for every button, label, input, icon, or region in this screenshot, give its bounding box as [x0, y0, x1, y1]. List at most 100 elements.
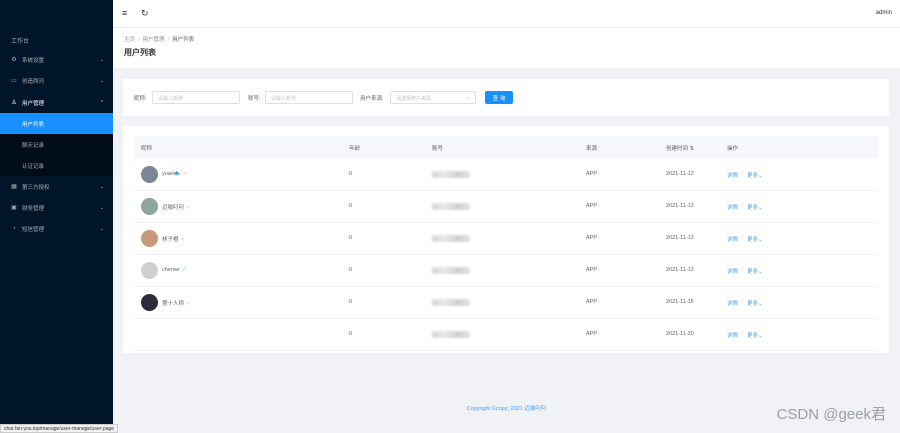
chevron-down-icon: ⌄ — [464, 95, 470, 101]
chevron-down-icon: ⌄ — [758, 333, 763, 339]
column-header-age: 年龄 — [349, 146, 361, 152]
nickname-text: 第十人称 — [162, 301, 185, 307]
sidebar-title-workbench[interactable]: 工作台 — [11, 36, 29, 45]
column-header-created[interactable]: 创建时间 ⇅ — [666, 144, 694, 152]
user-menu[interactable]: admin — [876, 10, 892, 16]
breadcrumb-separator: / — [138, 37, 140, 43]
nickname-cell: 迈咖叼叼 ♂ — [162, 203, 190, 211]
sidebar-item-label: 财务管理 — [22, 205, 45, 212]
created-cell: 2021-11-13 — [666, 203, 694, 209]
table-row: yuan🐟 ♂ 0 APP 2021-11-12 详情 | 更多⌄ — [134, 159, 878, 191]
created-cell: 2021-11-12 — [666, 171, 694, 177]
monitor-icon: ▭ — [11, 78, 17, 84]
page-heading: 主页 / 用户管理 / 用户列表 用户列表 — [113, 28, 900, 68]
page-title: 用户列表 — [124, 48, 156, 57]
nickname-text: 迈咖叼叼 — [162, 205, 185, 211]
source-select-placeholder: 请选择用户来源 — [396, 96, 432, 102]
sidebar-item-system-settings[interactable]: ⚙ 系统设置 ⌄ — [0, 49, 113, 70]
more-dropdown[interactable]: 更多⌄ — [747, 203, 763, 211]
gender-icon: ♂ — [186, 301, 191, 307]
search-button[interactable]: 查 询 — [485, 91, 513, 104]
more-dropdown[interactable]: 更多⌄ — [747, 331, 763, 339]
gender-icon: ♂ — [182, 171, 187, 177]
source-cell: APP — [586, 299, 598, 305]
source-cell: APP — [586, 171, 598, 177]
breadcrumb-home[interactable]: 主页 — [124, 37, 135, 43]
source-cell: APP — [586, 331, 598, 337]
nickname-input[interactable]: 请输入昵称 — [152, 91, 240, 104]
created-cell: 2021-11-20 — [666, 331, 694, 337]
sidebar-subitem-auth-records[interactable]: 认证记录 — [0, 155, 113, 176]
created-cell: 2021-11-13 — [666, 235, 694, 241]
account-cell-redacted — [432, 235, 470, 242]
avatar — [141, 198, 158, 215]
sidebar-item-user-manage[interactable]: ♙ 用户管理 ⌃ — [0, 92, 113, 113]
table-header: 昵称 年龄 账号 来源 创建时间 ⇅ 操作 — [134, 136, 878, 158]
detail-link[interactable]: 详情 — [727, 203, 738, 211]
account-input[interactable]: 请输入账号 — [265, 91, 353, 104]
gender-icon: ♂ — [186, 205, 191, 211]
chevron-down-icon: ⌄ — [758, 205, 763, 211]
more-label: 更多 — [747, 237, 759, 243]
action-divider: | — [742, 235, 744, 241]
sidebar-item-finance[interactable]: ▣ 财务管理 ⌄ — [0, 197, 113, 218]
detail-link[interactable]: 详情 — [727, 299, 738, 307]
sidebar-item-label: 创造两河 — [22, 78, 45, 85]
refresh-icon[interactable]: ↻ — [141, 8, 149, 19]
account-label: 账号: — [248, 96, 261, 102]
sidebar-item-second[interactable]: ▭ 创造两河 ⌄ — [0, 70, 113, 91]
detail-link[interactable]: 详情 — [727, 171, 738, 179]
gender-icon: ♂ — [180, 237, 185, 243]
grid-icon: ▦ — [11, 184, 17, 190]
chevron-down-icon: ⌄ — [758, 269, 763, 275]
more-label: 更多 — [747, 269, 759, 275]
chevron-down-icon: ⌄ — [99, 225, 104, 232]
more-dropdown[interactable]: 更多⌄ — [747, 235, 763, 243]
action-divider: | — [742, 171, 744, 177]
menu-fold-icon[interactable]: ≡ — [122, 8, 127, 18]
sidebar-item-third-party[interactable]: ▦ 第三方授权 ⌄ — [0, 176, 113, 197]
source-cell: APP — [586, 235, 598, 241]
action-divider: | — [742, 203, 744, 209]
sidebar-subitem-user-list[interactable]: 用户列表 — [0, 113, 113, 134]
chevron-up-icon: ⌃ — [99, 99, 104, 106]
sidebar-item-label: 短信管理 — [22, 226, 45, 233]
user-icon: ♙ — [11, 100, 17, 106]
column-header-nickname: 昵称 — [141, 146, 153, 152]
detail-link[interactable]: 详情 — [727, 235, 738, 243]
chevron-down-icon: ⌄ — [758, 301, 763, 307]
wallet-icon: ▣ — [11, 205, 17, 211]
sort-icon[interactable]: ⇅ — [690, 146, 695, 152]
sidebar-item-sms[interactable]: ◔ 短信管理 ⌄ — [0, 218, 113, 239]
breadcrumb: 主页 / 用户管理 / 用户列表 — [124, 35, 194, 43]
table-row: 迈咖叼叼 ♂ 0 APP 2021-11-13 详情 | 更多⌄ — [134, 191, 878, 223]
account-cell-redacted — [432, 299, 470, 306]
gear-icon: ⚙ — [11, 57, 17, 63]
action-divider: | — [742, 267, 744, 273]
sidebar-subitem-chat-records[interactable]: 聊天记录 — [0, 134, 113, 155]
detail-link[interactable]: 详情 — [727, 267, 738, 275]
message-icon: ◔ — [12, 225, 16, 232]
breadcrumb-section[interactable]: 用户管理 — [143, 37, 165, 43]
more-dropdown[interactable]: 更多⌄ — [747, 267, 763, 275]
breadcrumb-current: 用户列表 — [172, 37, 195, 43]
nickname-text: 林子橙 — [162, 237, 179, 243]
detail-link[interactable]: 详情 — [727, 331, 738, 339]
more-dropdown[interactable]: 更多⌄ — [747, 299, 763, 307]
sidebar: 工作台 ⚙ 系统设置 ⌄ ▭ 创造两河 ⌄ ♙ 用户管理 ⌃ 用户列表 聊天记录… — [0, 0, 113, 433]
source-label: 用户来源: — [360, 96, 384, 102]
created-cell: 2021-11-15 — [666, 299, 694, 305]
user-table: 昵称 年龄 账号 来源 创建时间 ⇅ 操作 yuan🐟 ♂ 0 APP 2021-… — [123, 126, 889, 353]
sidebar-item-label: 用户管理 — [22, 100, 45, 107]
action-divider: | — [742, 299, 744, 305]
nickname-label: 昵称: — [134, 96, 147, 102]
more-dropdown[interactable]: 更多⌄ — [747, 171, 763, 179]
avatar — [141, 262, 158, 279]
source-select[interactable]: 请选择用户来源 ⌄ — [390, 91, 476, 104]
age-cell: 0 — [349, 267, 353, 273]
sidebar-item-label: 系统设置 — [22, 57, 45, 64]
sidebar-item-label: 第三方授权 — [22, 184, 50, 191]
browser-status-url: chat.fan-you.top/manage/user-manage/user… — [0, 424, 119, 433]
top-header: ≡ ↻ admin — [113, 0, 900, 28]
nickname-text: chenwr — [162, 267, 180, 273]
